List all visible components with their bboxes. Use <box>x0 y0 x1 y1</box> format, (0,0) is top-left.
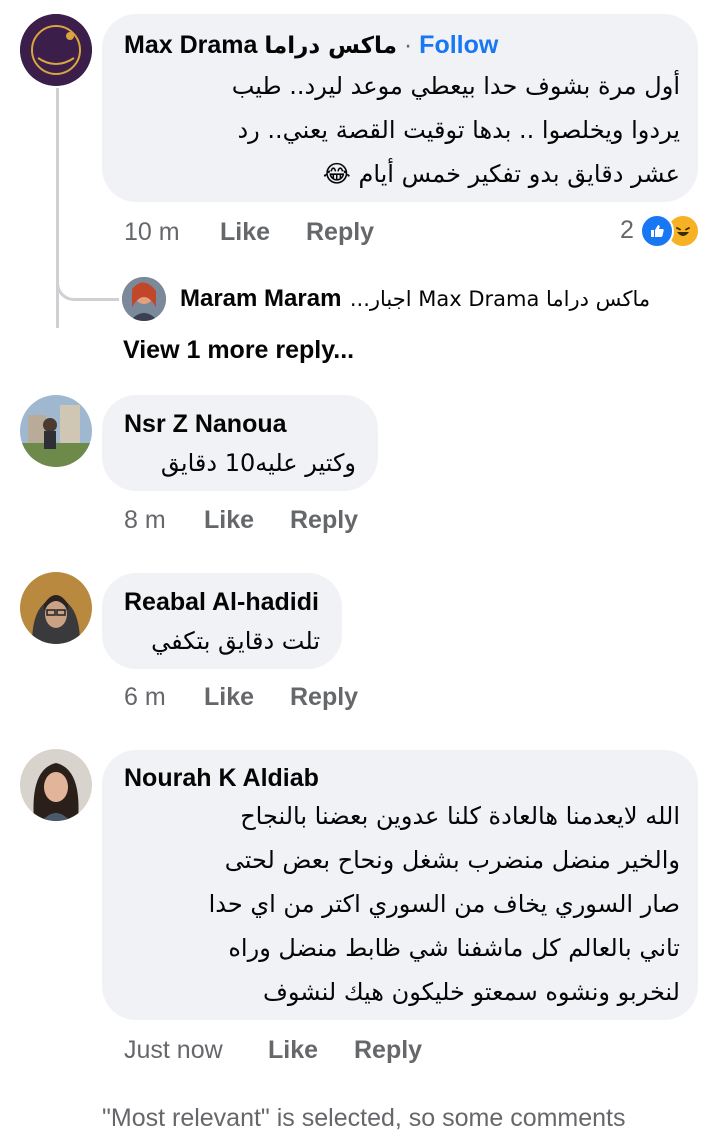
comment-line: الله لايعدمنا هالعادة كلنا عدوين بعضنا ب… <box>240 802 680 830</box>
comment-line: صار السوري يخاف من السوري اكتر من اي حدا <box>208 890 680 918</box>
reply-snippet: ماكس دراما Max Drama اجبار... <box>349 287 651 311</box>
reply-button[interactable]: Reply <box>354 1036 422 1065</box>
reply-author[interactable]: Maram Maram <box>180 285 341 312</box>
avatar-photo <box>122 277 166 321</box>
comment-line: والخير منضل منضرب بشغل ونحاح بعض لحتى <box>224 846 680 874</box>
comment-author[interactable]: Max Drama ماكس دراما · Follow <box>124 31 498 60</box>
like-button[interactable]: Like <box>220 218 270 247</box>
avatar-photo <box>20 395 92 467</box>
like-button[interactable]: Like <box>204 506 254 535</box>
reaction-count: 2 <box>620 216 634 244</box>
reaction-summary[interactable]: 2 <box>618 214 702 248</box>
separator-dot: · <box>403 31 413 59</box>
comment-time: 10 m <box>124 218 180 246</box>
reply-preview[interactable]: Maram Maram ماكس دراما Max Drama اجبار..… <box>180 285 650 313</box>
comment-author[interactable]: Reabal Al-hadidi <box>124 588 319 617</box>
reply-button[interactable]: Reply <box>290 506 358 535</box>
comment-line: تاني بالعالم كل ماشفنا شي ظابط منضل وراه <box>228 934 680 962</box>
thumbs-up-icon <box>640 214 674 248</box>
reply-button[interactable]: Reply <box>290 683 358 712</box>
reply-button[interactable]: Reply <box>306 218 374 247</box>
like-button[interactable]: Like <box>268 1036 318 1065</box>
avatar-maram-maram[interactable] <box>122 277 166 321</box>
follow-button[interactable]: Follow <box>419 31 498 59</box>
comment-line: أول مرة بشوف حدا بيعطي موعد ليرد.. طيب <box>231 72 680 100</box>
thread-connector <box>56 270 119 301</box>
avatar-nsr-z-nanoua[interactable] <box>20 395 92 467</box>
comment-time: 6 m <box>124 683 166 711</box>
comment-text: أول مرة بشوف حدا بيعطي موعد ليرد.. طيب ي… <box>232 64 680 196</box>
avatar-max-drama[interactable] <box>20 14 92 86</box>
avatar-photo <box>20 749 92 821</box>
comment-time: 8 m <box>124 506 166 534</box>
comment-time: Just now <box>124 1036 223 1064</box>
comment-text: الله لايعدمنا هالعادة كلنا عدوين بعضنا ب… <box>209 794 680 1014</box>
author-name-arabic[interactable]: ماكس دراما <box>264 33 397 59</box>
comment-text: وكتير عليه10 دقايق <box>161 441 356 485</box>
comment-text: تلت دقايق بتكفي <box>151 619 320 663</box>
comment-author[interactable]: Nourah K Aldiab <box>124 764 319 793</box>
like-button[interactable]: Like <box>204 683 254 712</box>
comment-line: عشر دقايق بدو تفكير خمس أيام 😂 <box>322 160 680 188</box>
view-more-replies[interactable]: View 1 more reply... <box>123 336 354 365</box>
comment-author[interactable]: Nsr Z Nanoua <box>124 410 287 439</box>
comment-line: لنخربو ونشوه سمعتو خليكون هيك لنشوف <box>262 978 680 1006</box>
comment-line: يردوا ويخلصوا .. بدها توقيت القصة يعني..… <box>237 116 680 144</box>
avatar-photo <box>20 572 92 644</box>
max-drama-logo <box>20 14 92 86</box>
sort-notice: "Most relevant" is selected, so some com… <box>102 1104 626 1132</box>
avatar-reabal-al-hadidi[interactable] <box>20 572 92 644</box>
author-name[interactable]: Max Drama <box>124 31 257 59</box>
comment-line: تلت دقايق بتكفي <box>151 627 320 655</box>
comment-line: وكتير عليه10 دقايق <box>160 449 356 477</box>
avatar-nourah-k-aldiab[interactable] <box>20 749 92 821</box>
